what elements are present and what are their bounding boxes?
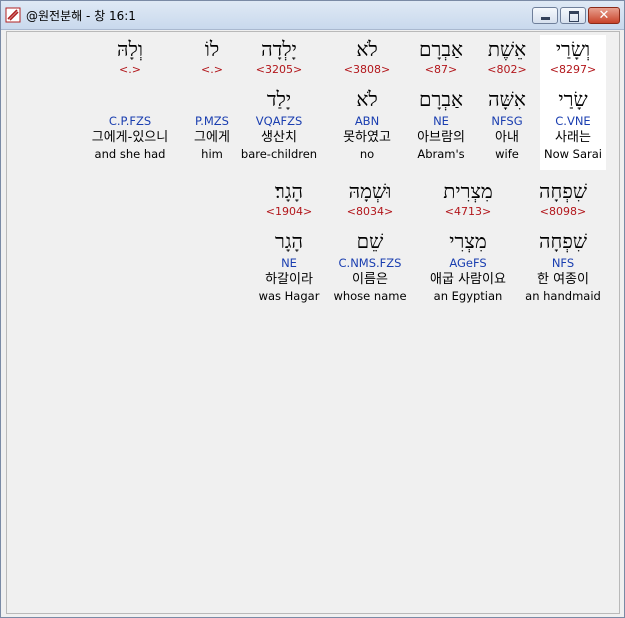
hebrew-word: מִצְרִית [443,179,493,203]
korean-gloss: 애굽 사람이요 [430,272,506,287]
hebrew-word: וּשְׁמָהּ [348,179,392,203]
hebrew-lemma: לֹא [356,87,378,111]
app-logo-icon [5,7,21,23]
korean-gloss: 못하였고 [343,130,391,145]
english-gloss: an handmaid [525,289,601,303]
strong-number[interactable]: <3205> [239,63,319,77]
hebrew-lemma: שֵׁם [356,229,384,253]
parse-code: NFSG [491,114,523,128]
word-cell[interactable]: לֹא <3808> לֹא ABN 못하였고 no [335,35,399,161]
english-gloss: Now Sarai [543,147,603,161]
hebrew-lemma [75,79,185,113]
korean-gloss: 그에게-있으니 [91,130,169,145]
english-gloss: him [201,147,223,161]
word-cell[interactable]: וְשָׂרַי <8297> שָׂרַי C.VNE 사래는 Now Sarai [540,35,606,170]
parse-code: P.MZS [195,114,229,128]
korean-gloss: 한 여종이 [537,272,589,287]
word-cell[interactable]: יָלְדָה <3205> יָלַד VQAFZS 생산치 bare-children [239,35,319,161]
title-bar[interactable]: @원전분해 - 창 16:1 ✕ [1,1,624,30]
strong-number[interactable]: <8098> [521,205,605,219]
close-icon: ✕ [598,8,610,23]
hebrew-word: אַבְרָם [419,37,463,61]
parse-code: C.NMS.FZS [338,256,402,270]
english-gloss: Abram's [417,147,465,161]
hebrew-lemma: יָלַד [266,87,292,111]
korean-gloss: 아내 [495,130,519,145]
hebrew-word: לֹא [356,37,378,61]
word-cell[interactable]: שִׁפְחָה <8098> שִׁפְחָה NFS 한 여종이 an handmai… [521,177,605,303]
strong-number[interactable]: <3808> [335,63,399,77]
window-title: @원전분해 - 창 16:1 [26,9,136,23]
strong-number[interactable]: <.> [180,63,244,77]
korean-gloss: 생산치 [261,130,297,145]
minimize-icon [541,17,550,20]
parse-code: NE [281,256,297,270]
strong-number[interactable]: <1904> [253,205,325,219]
korean-gloss: 사래는 [555,130,591,145]
maximize-button[interactable] [560,7,586,24]
hebrew-lemma: מִצְרִי [449,229,487,253]
hebrew-lemma [180,79,244,113]
english-gloss: no [359,147,375,161]
hebrew-lemma: אַבְרָם [419,87,463,111]
strong-number[interactable]: <87> [408,63,474,77]
word-cell[interactable]: מִצְרִית <4713> מִצְרִי AGeFS 애굽 사람이요 an Egyp… [418,177,518,303]
word-analysis-pane[interactable]: וְשָׂרַי <8297> שָׂרַי C.VNE 사래는 Now Sarai אֵש… [6,31,620,614]
word-cell[interactable]: לוֹ <.> P.MZS 그에게 him [180,35,244,161]
korean-gloss: 이름은 [352,272,388,287]
minimize-button[interactable] [532,7,558,24]
word-cell[interactable]: הָגָר׃ <1904> הָגָר NE 하갈이라 was Hagar [253,177,325,303]
parse-code: ABN [354,114,380,128]
parse-code: C.P.FZS [108,114,152,128]
english-gloss: was Hagar [258,289,320,303]
hebrew-word: לוֹ [204,37,220,61]
korean-gloss: 아브람의 [417,130,465,145]
parse-code: C.VNE [555,114,591,128]
english-gloss: whose name [333,289,407,303]
maximize-icon [569,11,579,22]
close-button[interactable]: ✕ [588,7,620,24]
word-cell[interactable]: אֵשֶׁת <802> אִשָּׁה NFSG 아내 wife [475,35,539,161]
english-gloss: bare-children [240,147,318,161]
english-gloss: wife [495,147,519,161]
hebrew-word: וְלָהּ [117,37,143,61]
parse-code: VQAFZS [255,114,303,128]
parse-code: AGeFS [449,256,487,270]
strong-number[interactable]: <4713> [418,205,518,219]
hebrew-word: שִׁפְחָה [539,179,587,203]
hebrew-word: אֵשֶׁת [487,37,527,61]
english-gloss: an Egyptian [433,289,503,303]
strong-number[interactable]: <8034> [328,205,412,219]
word-cell[interactable]: וְלָהּ <.> C.P.FZS 그에게-있으니 and she had [75,35,185,161]
hebrew-lemma: הָגָר [275,229,303,253]
word-cell[interactable]: אַבְרָם <87> אַבְרָם NE 아브람의 Abram's [408,35,474,161]
window-controls: ✕ [532,7,620,24]
hebrew-lemma: אִשָּׁה [488,87,526,111]
english-gloss: and she had [94,147,166,161]
korean-gloss: 그에게 [194,130,230,145]
hebrew-lemma: שָׂרַי [558,87,588,111]
app-window: @원전분해 - 창 16:1 ✕ וְשָׂרַי <8297> שָׂרַי C.V… [0,0,625,618]
hebrew-lemma: שִׁפְחָה [539,229,587,253]
strong-number[interactable]: <8297> [540,63,606,77]
hebrew-word: הָגָר׃ [275,179,303,203]
hebrew-word: וְשָׂרַי [555,37,591,61]
parse-code: NFS [551,256,575,270]
strong-number[interactable]: <802> [475,63,539,77]
korean-gloss: 하갈이라 [265,272,313,287]
parse-code: NE [433,114,449,128]
hebrew-word: יָלְדָה [261,37,297,61]
word-cell[interactable]: וּשְׁמָהּ <8034> שֵׁם C.NMS.FZS 이름은 whose nam… [328,177,412,303]
strong-number[interactable]: <.> [75,63,185,77]
